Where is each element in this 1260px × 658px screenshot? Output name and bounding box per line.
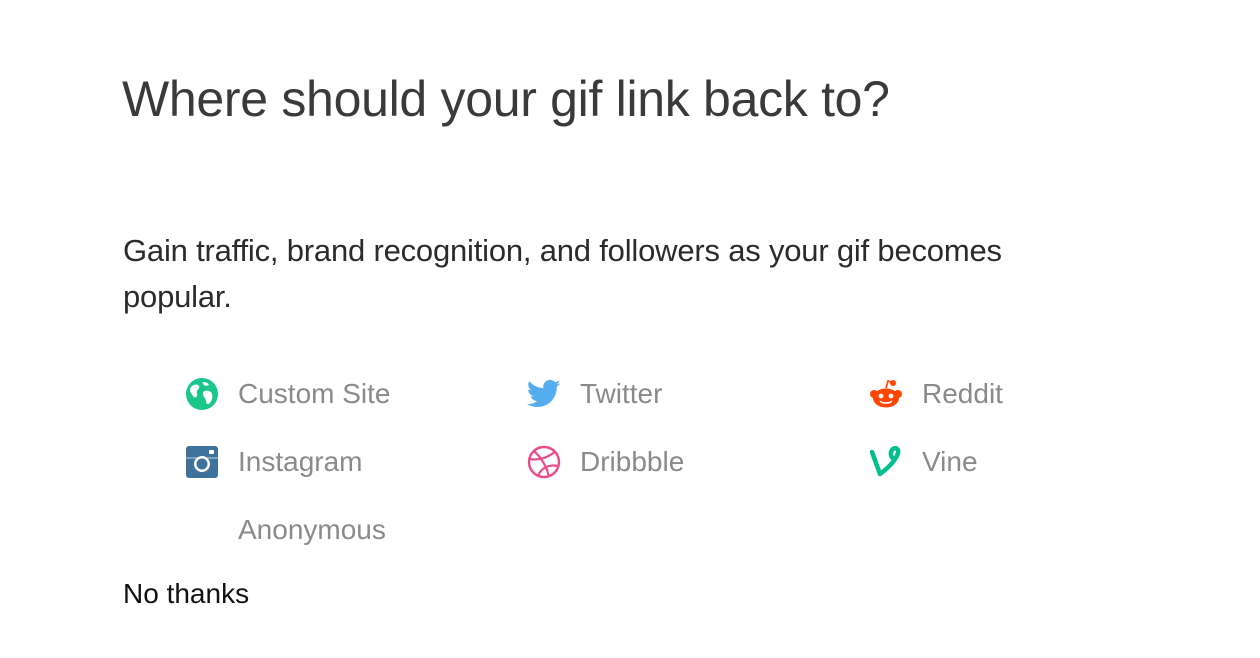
option-twitter[interactable]: Twitter bbox=[526, 374, 662, 414]
option-reddit[interactable]: Reddit bbox=[868, 374, 1003, 414]
option-custom-site[interactable]: Custom Site bbox=[184, 374, 391, 414]
option-label: Twitter bbox=[580, 378, 663, 409]
option-vine[interactable]: Vine bbox=[868, 442, 978, 482]
reddit-alien-icon bbox=[868, 376, 904, 412]
option-anonymous[interactable]: Anonymous bbox=[184, 510, 386, 550]
option-label: Dribbble bbox=[580, 446, 685, 477]
globe-icon bbox=[184, 376, 220, 412]
option-label: Vine bbox=[922, 446, 978, 477]
no-thanks-link[interactable]: No thanks bbox=[123, 578, 249, 610]
description-text: Gain traffic, brand recognition, and fol… bbox=[123, 233, 1002, 314]
blank-icon-slot bbox=[184, 512, 220, 548]
page-title: Where should your gif link back to? bbox=[122, 71, 890, 127]
instagram-icon bbox=[184, 444, 220, 480]
vine-icon bbox=[868, 444, 904, 480]
dribbble-ball-icon bbox=[526, 444, 562, 480]
option-dribbble[interactable]: Dribbble bbox=[526, 442, 684, 482]
option-label: Custom Site bbox=[238, 378, 391, 409]
option-label: Instagram bbox=[238, 446, 363, 477]
option-label: Reddit bbox=[922, 378, 1003, 409]
option-instagram[interactable]: Instagram bbox=[184, 442, 363, 482]
link-back-dialog: Where should your gif link back to? Gain… bbox=[0, 0, 1260, 658]
option-label: Anonymous bbox=[238, 514, 386, 545]
twitter-bird-icon bbox=[526, 376, 562, 412]
